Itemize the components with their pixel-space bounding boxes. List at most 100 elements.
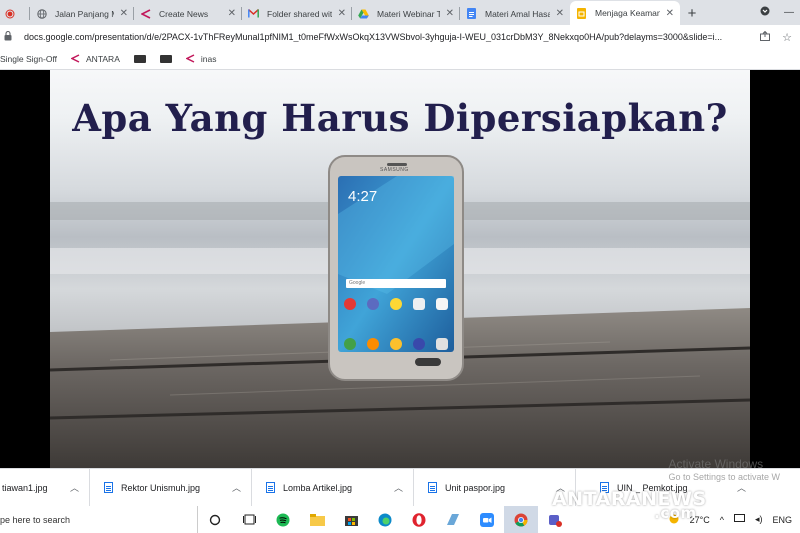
tab-menjaga-keamanan[interactable]: Menjaga Keaman ✕ [570, 1, 680, 25]
tab-folder-shared[interactable]: Folder shared wit ✕ [242, 2, 352, 25]
chevron-up-icon[interactable]: ^ [720, 515, 724, 525]
bookmark-single-sign-off[interactable]: Single Sign-Off [0, 54, 57, 64]
chrome-icon[interactable] [504, 506, 538, 533]
tab-label: Materi Webinar Ta [377, 8, 440, 19]
minimize-icon[interactable]: — [784, 7, 794, 18]
contacts-app-icon [367, 338, 379, 350]
network-icon[interactable] [733, 514, 745, 525]
close-icon[interactable]: ✕ [120, 8, 128, 19]
tab-label: Folder shared wit [267, 8, 332, 19]
slide-title: Apa Yang Harus Dipersiapkan? [72, 96, 728, 140]
bookmark-label: ANTARA [86, 54, 120, 64]
close-icon[interactable]: ✕ [556, 8, 564, 19]
language-indicator[interactable]: ENG [772, 515, 792, 525]
taskbar-search-box[interactable]: pe here to search [0, 506, 198, 533]
tab-materi-webinar[interactable]: Materi Webinar Ta ✕ [352, 2, 460, 25]
tab-recording[interactable]: ✕ [0, 2, 30, 25]
tab-label: Jalan Panjang Me [55, 8, 114, 19]
phone-app-row-2 [344, 338, 448, 350]
record-icon [4, 8, 15, 19]
camera-app-icon [367, 298, 379, 310]
chevron-up-icon[interactable]: ︿ [70, 481, 79, 494]
screen: ✕ Jalan Panjang Me ✕ Create News ✕ Folde… [0, 0, 800, 533]
app-icon[interactable] [436, 506, 470, 533]
chevron-up-icon[interactable]: ︿ [232, 481, 241, 494]
download-filename: tiawan1.jpg [2, 482, 48, 493]
slide[interactable]: 4:27 SAMSUNG Google Apa Yang Harus Diper… [50, 70, 750, 468]
chevron-up-icon[interactable]: ︿ [394, 481, 403, 494]
share-icon[interactable] [760, 30, 771, 44]
download-item[interactable]: Rektor Unismuh.jpg ︿ [90, 468, 252, 507]
bookmark-inas[interactable]: inas [185, 53, 217, 65]
task-view-icon[interactable] [232, 506, 266, 533]
bookmark-blank-2[interactable] [159, 55, 172, 63]
email-app-icon [344, 298, 356, 310]
antaranews-logo: ANTARANEWS .com [552, 488, 707, 522]
browser-tab-strip: ✕ Jalan Panjang Me ✕ Create News ✕ Folde… [0, 0, 800, 25]
tab-jalan-panjang[interactable]: Jalan Panjang Me ✕ [30, 2, 134, 25]
messages-app-icon [390, 338, 402, 350]
microsoft-store-icon[interactable] [334, 506, 368, 533]
file-explorer-icon[interactable] [300, 506, 334, 533]
watermark-line-2: Go to Settings to activate W [668, 472, 780, 482]
bookmark-blank-1[interactable] [133, 55, 146, 63]
teams-icon[interactable] [538, 506, 572, 533]
bookmark-label: Single Sign-Off [0, 54, 58, 64]
google-app-icon [436, 298, 448, 310]
download-item[interactable]: tiawan1.jpg ︿ [0, 468, 90, 507]
url-field[interactable]: docs.google.com/presentation/d/e/2PACX-1… [18, 32, 752, 42]
antara-icon [140, 8, 151, 19]
bookmark-antara[interactable]: ANTARA [70, 53, 120, 65]
slides-icon [576, 7, 587, 19]
bookmark-star-icon[interactable]: ☆ [782, 31, 792, 44]
cortana-icon[interactable] [198, 506, 232, 533]
close-icon[interactable]: ✕ [338, 8, 346, 19]
gallery-app-icon [390, 298, 402, 310]
zoom-icon[interactable] [470, 506, 504, 533]
close-icon[interactable]: ✕ [228, 8, 236, 19]
new-tab-button[interactable]: + [680, 2, 704, 25]
volume-icon[interactable]: ◂) [755, 514, 763, 525]
taskbar-search-placeholder: pe here to search [0, 514, 71, 525]
play-store-app-icon [413, 298, 425, 310]
download-item[interactable]: Lomba Artikel.jpg ︿ [252, 468, 414, 507]
globe-icon [36, 8, 47, 19]
black-bookmark-icon [133, 55, 146, 63]
black-bookmark-icon [159, 55, 172, 63]
internet-app-icon [413, 338, 425, 350]
antara-icon [185, 53, 195, 65]
antara-icon [70, 53, 80, 65]
antaranews-suffix: .com [654, 504, 697, 522]
close-icon[interactable]: ✕ [666, 8, 674, 19]
file-icon [104, 482, 113, 493]
tab-create-news[interactable]: Create News ✕ [134, 2, 242, 25]
download-filename: Unit paspor.jpg [445, 482, 506, 493]
bookmarks-bar: Single Sign-Off ANTARA inas [0, 49, 800, 70]
edge-icon[interactable] [368, 506, 402, 533]
phone-brand: SAMSUNG [380, 167, 409, 173]
file-icon [266, 482, 275, 493]
gmail-icon [248, 8, 259, 19]
close-icon[interactable]: ✕ [446, 8, 454, 19]
drive-icon [358, 8, 369, 19]
tab-label: Create News [159, 8, 209, 19]
apps-grid-icon [436, 338, 448, 350]
activate-windows-watermark: Activate Windows Go to Settings to activ… [668, 457, 780, 483]
tab-materi-amal[interactable]: Materi Amal Hasa ✕ [460, 2, 570, 25]
bookmark-label: inas [200, 54, 217, 64]
phone-app-icon [344, 338, 356, 350]
phone-clock: 4:27 [348, 188, 378, 205]
address-bar: docs.google.com/presentation/d/e/2PACX-1… [0, 25, 800, 49]
spotify-icon[interactable] [266, 506, 300, 533]
presentation-stage: 4:27 SAMSUNG Google Apa Yang Harus Diper… [0, 70, 800, 468]
file-icon [428, 482, 437, 493]
watermark-line-1: Activate Windows [668, 457, 764, 471]
opera-icon[interactable] [402, 506, 436, 533]
download-filename: Lomba Artikel.jpg [283, 482, 353, 493]
window-controls: — [760, 0, 800, 25]
docs-icon [466, 8, 477, 19]
tab-search-icon[interactable] [760, 6, 770, 19]
lock-icon[interactable] [4, 30, 18, 43]
download-filename: Rektor Unismuh.jpg [121, 482, 201, 493]
tab-label: Menjaga Keaman [595, 8, 660, 18]
